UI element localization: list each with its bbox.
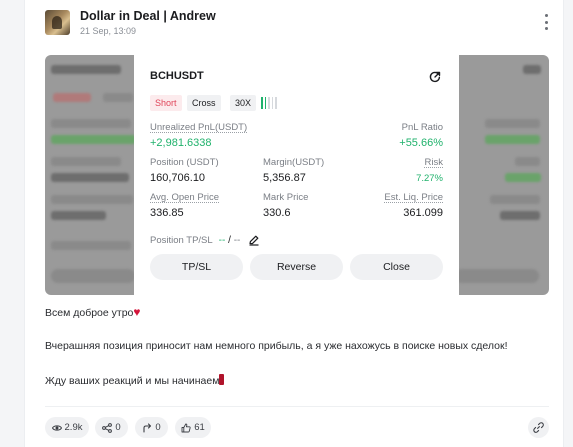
post-text-line-3: Жду ваших реакций и мы начинаем — [45, 374, 225, 387]
share-value: 0 — [115, 422, 121, 433]
symbol-label: BCHUSDT — [150, 70, 204, 82]
link-icon — [533, 422, 544, 433]
liq-price-label: Est. Liq. Price — [384, 192, 443, 203]
tpsl-values: -- / -- — [219, 235, 241, 246]
position-size-value: 160,706.10 — [150, 172, 206, 184]
sl-value: -- — [233, 234, 241, 246]
share-nodes-icon — [102, 422, 113, 433]
unrealized-pnl-value: +2,981.6338 — [150, 137, 212, 149]
margin-value: 5,356.87 — [263, 172, 306, 184]
repost-arrow-icon — [143, 422, 152, 433]
fist-emoji-icon — [219, 374, 225, 385]
heart-emoji-icon: ♥ — [133, 305, 141, 319]
more-options-icon[interactable] — [540, 12, 552, 32]
position-size-label: Position (USDT) — [150, 157, 219, 168]
views-value: 2.9k — [64, 422, 83, 433]
post-text-line-2: Вчерашняя позиция приносит нам немного п… — [45, 340, 508, 352]
post-timestamp: 21 Sep, 13:09 — [80, 26, 137, 36]
unrealized-pnl-label: Unrealized PnL(USDT) — [150, 122, 248, 133]
margin-label: Margin(USDT) — [263, 157, 325, 168]
risk-label: Risk — [424, 157, 443, 168]
tpsl-button[interactable]: TP/SL — [150, 254, 243, 280]
tpsl-separator: / — [228, 234, 231, 246]
share-count[interactable]: 0 — [95, 417, 128, 438]
mark-price-value: 330.6 — [263, 207, 291, 219]
likes-value: 61 — [194, 422, 205, 433]
footer-divider — [45, 406, 549, 407]
leverage-tag: 30X — [230, 95, 257, 111]
copy-link-button[interactable] — [528, 417, 549, 438]
likes-count[interactable]: 61 — [175, 417, 211, 438]
repost-value: 0 — [155, 422, 161, 433]
post-text-line-1: Всем доброе утро♥ — [45, 305, 141, 319]
tp-value: -- — [218, 234, 226, 246]
position-tpsl-row: Position TP/SL -- / -- — [150, 234, 260, 246]
avg-open-price-value: 336.85 — [150, 207, 184, 219]
liq-price-value: 361.099 — [403, 207, 443, 219]
pnl-ratio-label: PnL Ratio — [401, 122, 443, 133]
pnl-ratio-value: +55.66% — [399, 137, 443, 149]
eye-icon — [51, 424, 62, 431]
reverse-button[interactable]: Reverse — [250, 254, 343, 280]
repost-count[interactable]: 0 — [135, 417, 168, 438]
avg-open-price-label: Avg. Open Price — [150, 192, 220, 203]
close-position-button[interactable]: Close — [350, 254, 443, 280]
avatar[interactable] — [45, 10, 70, 35]
post-text-closing: Жду ваших реакций и мы начинаем — [45, 375, 220, 387]
post-card: Dollar in Deal | Andrew 21 Sep, 13:09 BC… — [24, 0, 564, 447]
margin-mode-tag: Cross — [187, 95, 221, 111]
position-card: BCHUSDT Short Cross 30X Unrealized PnL(U… — [134, 55, 459, 295]
mark-price-label: Mark Price — [263, 192, 309, 203]
thumbs-up-icon — [181, 423, 191, 432]
leverage-bars-icon — [261, 97, 277, 109]
side-tag: Short — [150, 95, 182, 111]
position-tpsl-label: Position TP/SL — [150, 234, 213, 246]
edit-icon[interactable] — [248, 234, 260, 246]
share-icon[interactable] — [429, 71, 441, 83]
risk-value: 7.27% — [416, 173, 443, 184]
views-count[interactable]: 2.9k — [45, 417, 89, 438]
post-author-title[interactable]: Dollar in Deal | Andrew — [80, 9, 216, 23]
post-text-greeting: Всем доброе утро — [45, 307, 134, 319]
